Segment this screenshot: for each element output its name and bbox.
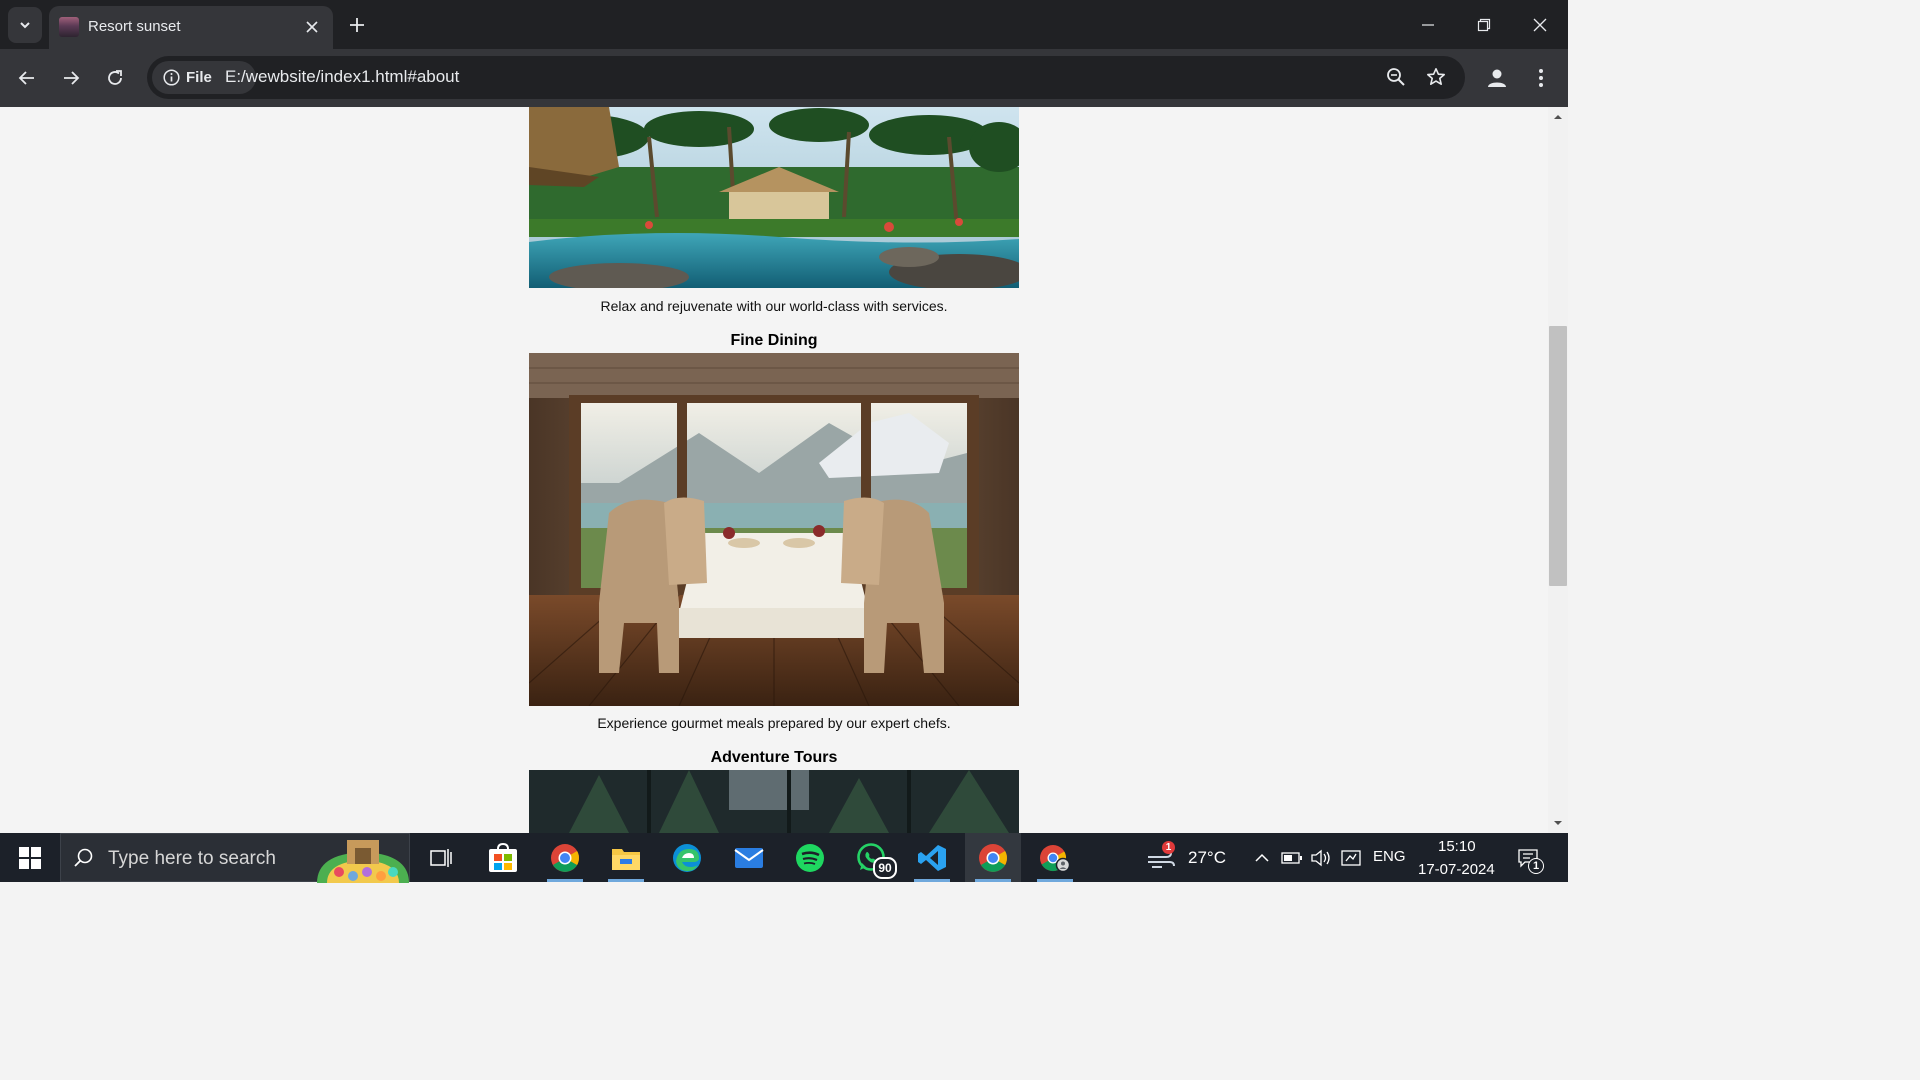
zoom-button[interactable] [1380, 61, 1412, 93]
chrome-profile-app[interactable] [1027, 833, 1083, 882]
reload-icon [108, 70, 122, 85]
mail-icon [734, 847, 764, 868]
spa-image [529, 107, 1019, 288]
info-icon [163, 69, 180, 86]
restore-button[interactable] [1456, 0, 1512, 49]
weather-alert-badge: 1 [1162, 841, 1175, 854]
tab-close-button[interactable] [301, 16, 323, 38]
restore-icon [1477, 18, 1491, 31]
vscode-app[interactable] [904, 833, 960, 882]
page-viewport: Relax and rejuvenate with our world-clas… [0, 107, 1548, 833]
language-indicator[interactable]: ENG [1373, 848, 1406, 865]
running-indicator [608, 879, 644, 882]
running-indicator [547, 879, 583, 882]
profile-button[interactable] [1481, 62, 1513, 94]
scroll-up-icon[interactable] [1548, 111, 1568, 123]
url-text[interactable]: E:/wewbsite/index1.html#about [225, 67, 459, 87]
tours-heading: Adventure Tours [710, 749, 838, 766]
spotify-icon [796, 843, 824, 872]
browser-toolbar: File E:/wewbsite/index1.html#about [0, 49, 1568, 107]
folder-icon [612, 848, 640, 870]
chrome-app[interactable] [537, 833, 593, 882]
dining-image [529, 353, 1019, 706]
reload-button[interactable] [99, 62, 131, 94]
task-view-icon [430, 848, 452, 867]
plus-icon [350, 18, 364, 32]
search-icon [74, 848, 93, 867]
tab-title: Resort sunset [88, 18, 181, 35]
close-icon [1533, 18, 1547, 31]
fine-dining-photo [529, 353, 1019, 706]
chrome-icon [551, 843, 579, 872]
network-icon [1341, 849, 1361, 866]
search-highlight-image [317, 840, 409, 883]
arrow-left-icon [18, 71, 34, 85]
browser-titlebar: Resort sunset [0, 0, 1568, 49]
running-indicator [914, 879, 950, 882]
notification-count-badge: 1 [1528, 858, 1544, 874]
address-bar[interactable]: File E:/wewbsite/index1.html#about [147, 56, 1465, 99]
taskbar-search[interactable]: Type here to search [60, 833, 410, 883]
volume-button[interactable] [1307, 833, 1335, 882]
task-view-button[interactable] [413, 833, 469, 882]
chrome-icon [979, 843, 1007, 872]
whatsapp-app[interactable]: 90 [843, 833, 899, 882]
file-explorer-app[interactable] [598, 833, 654, 882]
edge-icon [673, 843, 701, 872]
speaker-icon [1311, 849, 1330, 866]
chevron-up-icon [1255, 853, 1269, 862]
dining-caption: Experience gourmet meals prepared by our… [597, 715, 951, 731]
temperature-text[interactable]: 27°C [1188, 848, 1226, 868]
battery-icon [1281, 851, 1302, 864]
chrome-profile-icon [1040, 844, 1071, 872]
site-info-label: File [186, 69, 212, 86]
person-icon [1488, 69, 1506, 87]
notification-center-button[interactable]: 1 [1506, 833, 1550, 882]
tab-search-button[interactable] [8, 7, 42, 43]
running-indicator [1037, 879, 1073, 882]
new-tab-button[interactable] [342, 10, 372, 40]
forest-photo [529, 770, 1019, 833]
windows-logo-icon [19, 846, 41, 869]
edge-app[interactable] [659, 833, 715, 882]
search-placeholder: Type here to search [108, 848, 276, 869]
back-button[interactable] [11, 62, 43, 94]
close-window-button[interactable] [1512, 0, 1568, 49]
menu-button[interactable] [1525, 62, 1557, 94]
network-button[interactable] [1337, 833, 1365, 882]
tab-favicon [59, 17, 79, 37]
show-hidden-icons-button[interactable] [1248, 833, 1276, 882]
weather-widget[interactable]: 1 [1135, 833, 1187, 882]
more-vertical-icon [1539, 69, 1543, 87]
chrome-active-window[interactable] [965, 833, 1021, 882]
star-icon [1427, 68, 1445, 85]
running-indicator [975, 879, 1011, 882]
minimize-icon [1422, 23, 1434, 26]
scroll-down-icon[interactable] [1548, 817, 1568, 829]
windows-taskbar: Type here to search 90 1 27°C ENG 15:10 … [0, 833, 1568, 883]
vscode-icon [918, 844, 946, 871]
spa-caption: Relax and rejuvenate with our world-clas… [600, 298, 948, 314]
dining-heading: Fine Dining [730, 332, 818, 349]
forward-button[interactable] [55, 62, 87, 94]
spotify-app[interactable] [782, 833, 838, 882]
microsoft-store-app[interactable] [475, 833, 531, 882]
mail-app[interactable] [721, 833, 777, 882]
close-icon [306, 21, 318, 33]
scrollbar-thumb[interactable] [1549, 326, 1567, 586]
store-icon [489, 842, 517, 872]
arrow-right-icon [64, 71, 80, 85]
battery-indicator[interactable] [1278, 833, 1306, 882]
bookmark-button[interactable] [1420, 61, 1452, 93]
browser-tab[interactable]: Resort sunset [49, 6, 333, 49]
chevron-down-icon [20, 22, 30, 29]
clock-date[interactable]: 17-07-2024 [1418, 861, 1495, 878]
zoom-out-icon [1387, 68, 1405, 86]
start-button[interactable] [2, 833, 58, 882]
whatsapp-unread-badge: 90 [873, 857, 897, 879]
tours-image [529, 770, 1019, 833]
resort-pool-photo [529, 107, 1019, 288]
clock-time[interactable]: 15:10 [1438, 838, 1476, 855]
minimize-button[interactable] [1400, 0, 1456, 49]
